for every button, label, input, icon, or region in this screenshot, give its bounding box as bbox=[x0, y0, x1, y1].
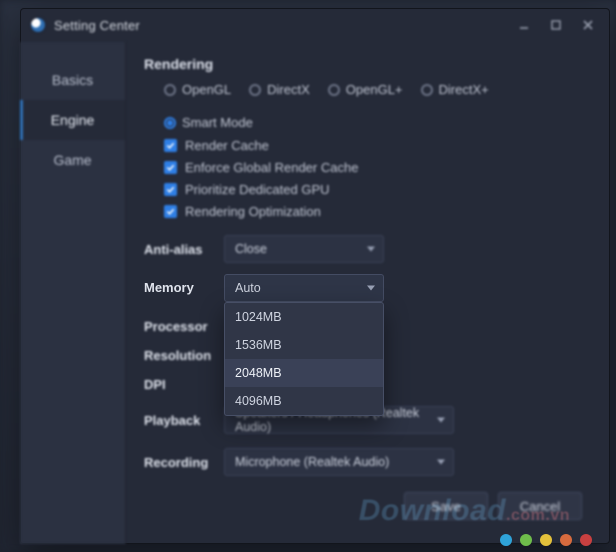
cancel-button[interactable]: Cancel bbox=[498, 492, 582, 520]
radio-smart-mode[interactable]: Smart Mode bbox=[164, 115, 253, 130]
maximize-icon[interactable] bbox=[544, 15, 568, 35]
color-dot-yellow bbox=[540, 534, 552, 546]
button-label: Cancel bbox=[520, 499, 560, 514]
select-value: Microphone (Realtek Audio) bbox=[235, 455, 389, 469]
label-recording: Recording bbox=[144, 455, 210, 470]
close-icon[interactable] bbox=[576, 15, 600, 35]
color-dots bbox=[500, 534, 592, 546]
rendering-mode-group: OpenGL DirectX OpenGL+ DirectX+ Smart Mo… bbox=[164, 82, 592, 130]
sidebar-tab-game[interactable]: Game bbox=[20, 140, 125, 180]
chevron-down-icon bbox=[437, 460, 445, 465]
option-label: 1536MB bbox=[235, 338, 282, 352]
select-anti-alias[interactable]: Close bbox=[224, 235, 384, 263]
app-logo-icon bbox=[30, 17, 46, 33]
check-render-optimization[interactable]: Rendering Optimization bbox=[164, 204, 592, 219]
dropdown-scroll[interactable]: 1024MB 1536MB 2048MB 4096MB bbox=[225, 303, 383, 415]
option-label: 2048MB bbox=[235, 366, 282, 380]
check-label: Enforce Global Render Cache bbox=[185, 160, 358, 175]
dropdown-option[interactable]: 2048MB bbox=[225, 359, 383, 387]
check-label: Render Cache bbox=[185, 138, 269, 153]
color-dot-orange bbox=[560, 534, 572, 546]
dropdown-option[interactable]: 1024MB bbox=[225, 303, 383, 331]
label-memory: Memory bbox=[144, 274, 210, 295]
button-label: Save bbox=[431, 499, 461, 514]
label-playback: Playback bbox=[144, 413, 210, 428]
check-label: Prioritize Dedicated GPU bbox=[185, 182, 330, 197]
radio-directx-plus[interactable]: DirectX+ bbox=[421, 82, 489, 97]
minimize-icon[interactable] bbox=[512, 15, 536, 35]
radio-label: DirectX bbox=[267, 82, 310, 97]
radio-label: Smart Mode bbox=[182, 115, 253, 130]
radio-label: DirectX+ bbox=[439, 82, 489, 97]
sidebar: Basics Engine Game bbox=[20, 42, 126, 544]
memory-dropdown: 1024MB 1536MB 2048MB 4096MB bbox=[224, 302, 384, 416]
sidebar-tab-label: Basics bbox=[52, 72, 93, 88]
color-dot-green bbox=[520, 534, 532, 546]
color-dot-blue bbox=[500, 534, 512, 546]
sidebar-tab-label: Engine bbox=[51, 112, 95, 128]
label-processor: Processor bbox=[144, 319, 210, 334]
window-title: Setting Center bbox=[54, 18, 504, 33]
select-value: Auto bbox=[235, 281, 261, 295]
chevron-down-icon bbox=[437, 418, 445, 423]
sidebar-tab-basics[interactable]: Basics bbox=[20, 60, 125, 100]
label-dpi: DPI bbox=[144, 377, 210, 392]
dropdown-option[interactable]: 1536MB bbox=[225, 331, 383, 359]
radio-opengl[interactable]: OpenGL bbox=[164, 82, 231, 97]
color-dot-red bbox=[580, 534, 592, 546]
sidebar-tab-engine[interactable]: Engine bbox=[20, 100, 125, 140]
chevron-down-icon bbox=[367, 286, 375, 291]
select-memory[interactable]: Auto bbox=[224, 274, 384, 302]
check-label: Rendering Optimization bbox=[185, 204, 321, 219]
select-value: Close bbox=[235, 242, 267, 256]
dropdown-option[interactable]: 4096MB bbox=[225, 387, 383, 415]
radio-label: OpenGL bbox=[182, 82, 231, 97]
check-enforce-global-cache[interactable]: Enforce Global Render Cache bbox=[164, 160, 592, 175]
option-label: 4096MB bbox=[235, 394, 282, 408]
option-label: 1024MB bbox=[235, 310, 282, 324]
content-pane: Rendering OpenGL DirectX OpenGL+ DirectX… bbox=[126, 42, 610, 544]
label-anti-alias: Anti-alias bbox=[144, 242, 210, 257]
radio-opengl-plus[interactable]: OpenGL+ bbox=[328, 82, 403, 97]
check-render-cache[interactable]: Render Cache bbox=[164, 138, 592, 153]
label-resolution: Resolution bbox=[144, 348, 210, 363]
select-recording[interactable]: Microphone (Realtek Audio) bbox=[224, 448, 454, 476]
rendering-check-group: Render Cache Enforce Global Render Cache… bbox=[164, 138, 592, 219]
footer-buttons: Save Cancel bbox=[404, 492, 582, 520]
sidebar-tab-label: Game bbox=[53, 152, 91, 168]
check-prioritize-gpu[interactable]: Prioritize Dedicated GPU bbox=[164, 182, 592, 197]
radio-label: OpenGL+ bbox=[346, 82, 403, 97]
radio-directx[interactable]: DirectX bbox=[249, 82, 310, 97]
settings-window: Setting Center Basics Engine Game R bbox=[20, 8, 610, 544]
chevron-down-icon bbox=[367, 247, 375, 252]
memory-row: Memory Auto 1024MB 1536MB 2048MB 4096MB bbox=[144, 274, 384, 302]
titlebar: Setting Center bbox=[20, 8, 610, 42]
section-title-rendering: Rendering bbox=[144, 56, 592, 72]
save-button[interactable]: Save bbox=[404, 492, 488, 520]
